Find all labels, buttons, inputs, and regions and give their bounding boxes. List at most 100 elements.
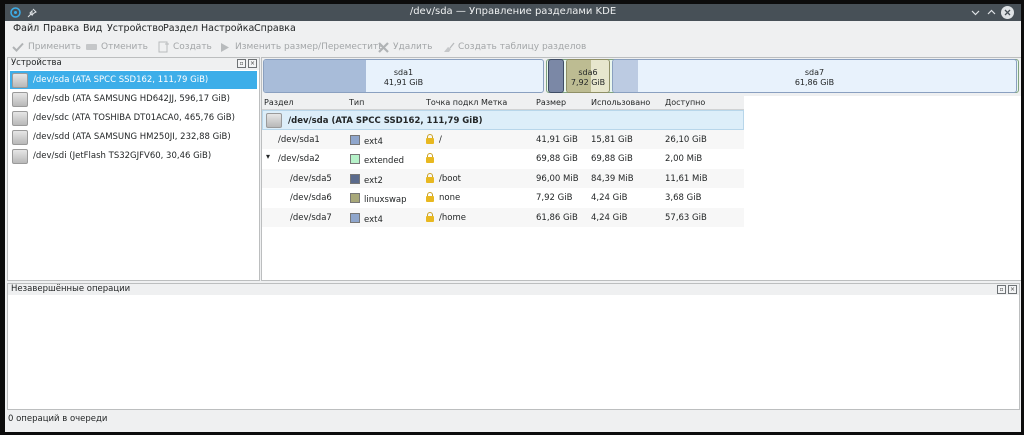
window-title: /dev/sda — Управление разделами KDE <box>409 6 617 17</box>
col-used[interactable]: Использовано <box>591 98 650 107</box>
minimize-icon[interactable] <box>969 6 982 19</box>
create-button[interactable]: Создать <box>156 40 212 54</box>
graph-segment-sda5[interactable] <box>548 59 564 93</box>
menu-partition[interactable]: Раздел <box>163 23 198 34</box>
hard-disk-icon <box>12 72 28 88</box>
menu-settings[interactable]: Настройка <box>201 23 254 34</box>
col-type[interactable]: Тип <box>349 98 364 107</box>
fs-type: ext4 <box>364 136 383 147</box>
new-partition-table-button[interactable]: Создать таблицу разделов <box>441 40 586 54</box>
graph-segment-sda7[interactable]: sda7 61,86 GiB <box>612 59 1017 93</box>
lock-icon <box>426 211 434 222</box>
table-row[interactable]: /dev/sda1 ext4 / 41,91 GiB 15,81 GiB 26,… <box>262 129 744 149</box>
fs-color-swatch <box>350 212 360 223</box>
menu-file[interactable]: Файл <box>13 23 39 34</box>
partition-name: /dev/sda7 <box>290 212 332 223</box>
col-size[interactable]: Размер <box>536 98 566 107</box>
broom-icon <box>441 41 455 53</box>
pending-panel-header: Незавершённые операции ▫ × <box>8 284 1019 295</box>
new-table-label: Создать таблицу разделов <box>458 42 587 52</box>
table-row[interactable]: /dev/sda5 ext2 /boot 96,00 MiB 84,39 MiB… <box>262 168 744 188</box>
float-panel-icon[interactable]: ▫ <box>997 285 1006 294</box>
partition-available: 26,10 GiB <box>665 134 707 145</box>
mount-point: none <box>439 193 461 203</box>
partition-size: 69,88 GiB <box>536 154 578 164</box>
checkmark-icon <box>11 41 25 53</box>
fs-type: ext4 <box>364 214 383 225</box>
partition-used: 4,24 GiB <box>591 212 628 223</box>
pending-operations-panel: Незавершённые операции ▫ × <box>7 283 1020 410</box>
close-panel-icon[interactable]: × <box>248 59 257 68</box>
partition-available: 11,61 MiB <box>665 173 708 184</box>
partition-table: Раздел Тип Точка подкл Метка Размер Испо… <box>262 96 744 227</box>
app-window: /dev/sda — Управление разделами KDE Файл… <box>5 4 1021 432</box>
graph-segment-sda1[interactable]: sda1 41,91 GiB <box>263 59 544 93</box>
segment-size: 41,91 GiB <box>383 78 424 87</box>
delete-button[interactable]: Удалить <box>376 40 432 54</box>
table-row[interactable]: /dev/sda6 linuxswap none 7,92 GiB 4,24 G… <box>262 188 744 208</box>
device-label: /dev/sdd (ATA SAMSUNG HM250JI, 232,88 Gi… <box>33 132 231 142</box>
menu-view[interactable]: Вид <box>83 23 102 34</box>
partition-name: /dev/sda6 <box>290 193 332 203</box>
device-label: /dev/sdi (JetFlash TS32GJFV60, 30,46 GiB… <box>33 151 212 161</box>
col-partition[interactable]: Раздел <box>264 98 294 107</box>
delete-label: Удалить <box>393 42 433 52</box>
partition-name: /dev/sda1 <box>278 134 320 145</box>
undo-icon <box>84 41 98 53</box>
partition-used: 84,39 MiB <box>591 173 634 184</box>
table-header: Раздел Тип Точка подкл Метка Размер Испо… <box>262 96 744 110</box>
new-partition-icon <box>156 41 170 53</box>
segment-name: sda1 <box>393 68 414 77</box>
segment-name: sda6 <box>578 68 598 77</box>
device-item-sdi[interactable]: /dev/sdi (JetFlash TS32GJFV60, 30,46 GiB… <box>10 147 257 165</box>
fs-color-swatch <box>350 173 360 184</box>
hard-disk-icon <box>266 113 282 128</box>
partition-size: 61,86 GiB <box>536 212 578 223</box>
graph-segment-sda6[interactable]: sda6 7,92 GiB <box>566 59 610 93</box>
device-item-sdd[interactable]: /dev/sdd (ATA SAMSUNG HM250JI, 232,88 Gi… <box>10 128 257 146</box>
partition-size: 96,00 MiB <box>536 173 579 184</box>
devices-title: Устройства <box>11 58 62 68</box>
col-mount[interactable]: Точка подкл <box>426 98 478 107</box>
disk-label: /dev/sda (ATA SPCC SSD162, 111,79 GiB) <box>288 116 483 126</box>
undo-button[interactable]: Отменить <box>84 40 148 54</box>
table-row-disk[interactable]: /dev/sda (ATA SPCC SSD162, 111,79 GiB) <box>262 110 744 130</box>
device-item-sdc[interactable]: /dev/sdc (ATA TOSHIBA DT01ACA0, 465,76 G… <box>10 109 257 127</box>
close-panel-icon[interactable]: × <box>1008 285 1017 294</box>
col-label[interactable]: Метка <box>481 98 507 107</box>
table-row[interactable]: /dev/sda7 ext4 /home 61,86 GiB 4,24 GiB … <box>262 207 744 227</box>
partition-available: 3,68 GiB <box>665 193 702 203</box>
mount-point: /home <box>439 212 466 223</box>
segment-name: sda7 <box>804 68 825 77</box>
lock-icon <box>426 192 434 202</box>
menu-edit[interactable]: Правка <box>43 23 79 34</box>
segment-size: 7,92 GiB <box>570 78 606 87</box>
close-icon[interactable] <box>1001 6 1014 19</box>
resize-move-button[interactable]: Изменить размер/Переместить <box>218 40 384 54</box>
devices-panel: Устройства ▫ × /dev/sda (ATA SPCC SSD162… <box>7 57 260 281</box>
device-item-sdb[interactable]: /dev/sdb (ATA SAMSUNG HD642JJ, 596,17 Gi… <box>10 90 257 108</box>
apply-label: Применить <box>28 42 81 52</box>
hard-disk-icon <box>12 129 28 145</box>
expand-arrow-icon[interactable]: ▾ <box>266 152 270 161</box>
partition-available: 57,63 GiB <box>665 212 707 223</box>
partition-name: /dev/sda5 <box>290 173 332 184</box>
apply-button[interactable]: Применить <box>11 40 81 54</box>
devices-panel-header: Устройства ▫ × <box>8 58 259 70</box>
maximize-icon[interactable] <box>985 6 998 19</box>
partition-available: 2,00 MiB <box>665 154 703 164</box>
device-label: /dev/sda (ATA SPCC SSD162, 111,79 GiB) <box>33 75 209 85</box>
mount-point: /boot <box>439 173 461 184</box>
menu-help[interactable]: Справка <box>254 23 296 34</box>
create-label: Создать <box>173 42 212 52</box>
menu-device[interactable]: Устройство <box>107 23 164 34</box>
col-available[interactable]: Доступно <box>665 98 705 107</box>
partition-panel: sda1 41,91 GiB sda6 7,92 GiB sda7 61,86 GiB… <box>261 57 1021 281</box>
float-panel-icon[interactable]: ▫ <box>237 59 246 68</box>
undo-label: Отменить <box>101 42 148 52</box>
table-row[interactable]: ▾ /dev/sda2 extended 69,88 GiB 69,88 GiB… <box>262 149 744 169</box>
device-item-sda[interactable]: /dev/sda (ATA SPCC SSD162, 111,79 GiB) <box>10 71 257 89</box>
fs-color-swatch <box>350 134 360 145</box>
partition-size: 7,92 GiB <box>536 193 573 203</box>
toolbar: Применить Отменить Создать Изменить разм… <box>5 37 1021 57</box>
